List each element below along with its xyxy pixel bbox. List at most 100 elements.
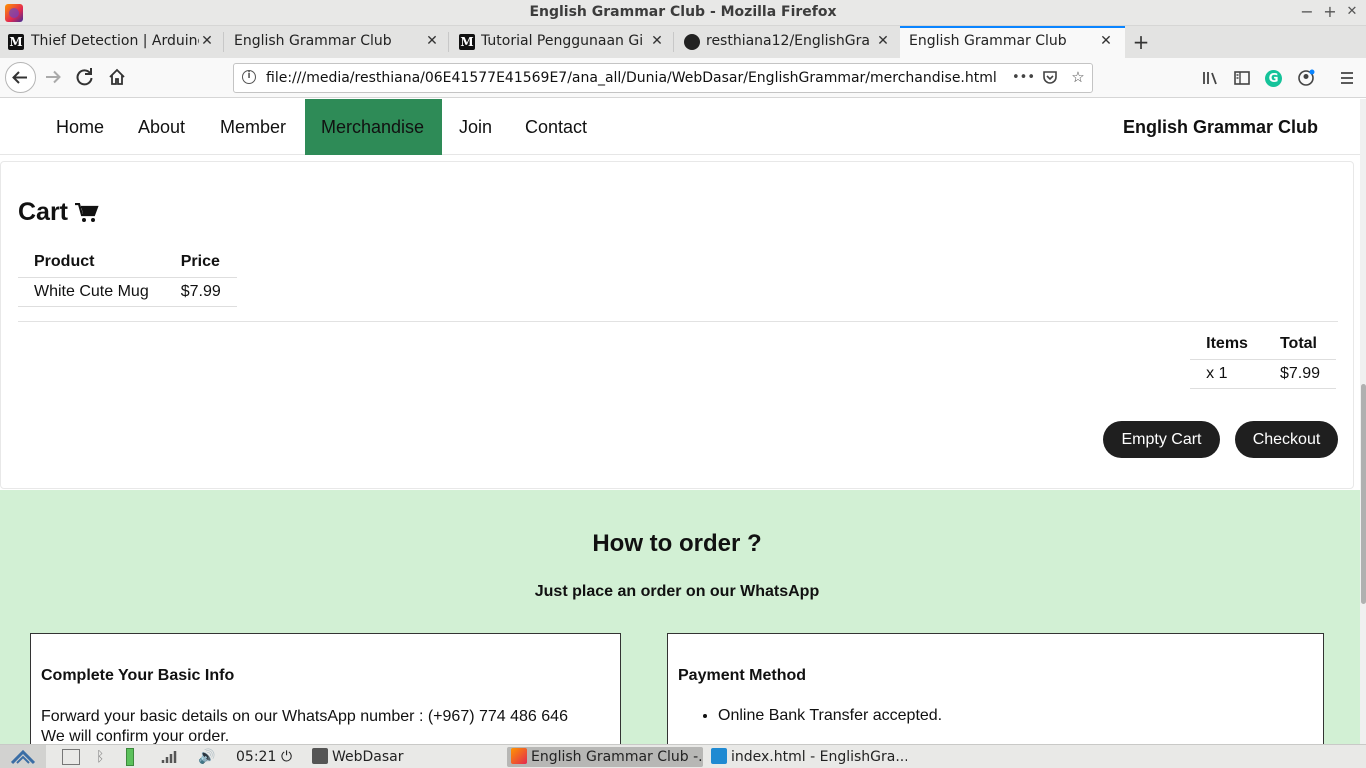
how-to-order-section: How to order ? Just place an order on ou… [0,490,1360,744]
checkout-button[interactable]: Checkout [1235,421,1338,458]
reload-icon [76,68,93,86]
total-header: Total [1263,329,1336,360]
product-header: Product [18,247,165,278]
divider [18,321,1338,322]
maximize-button[interactable]: + [1320,2,1340,21]
pocket-icon[interactable] [1040,68,1060,90]
payment-method-list: Online Bank Transfer accepted. [718,707,942,725]
order-title: How to order ? [592,530,762,557]
account-icon[interactable] [1296,68,1316,88]
nav-contact[interactable]: Contact [509,99,603,155]
taskbar-firefox-window[interactable]: English Grammar Club -... [507,747,703,767]
close-tab-icon[interactable]: ✕ [650,33,664,49]
items-header: Items [1190,329,1264,360]
network-signal-icon[interactable] [160,747,178,767]
tab-label: English Grammar Club [909,33,1067,49]
empty-cart-button[interactable]: Empty Cart [1103,421,1220,458]
bookmark-star-icon[interactable]: ☆ [1068,68,1088,86]
nav-join[interactable]: Join [443,99,508,155]
start-menu-button[interactable] [0,745,46,768]
clock-time[interactable]: 05:21 [236,747,276,767]
navigation-toolbar: i file:///media/resthiana/06E41577E41569… [0,58,1366,98]
nav-about[interactable]: About [122,99,201,155]
os-taskbar: ᛒ 🔊 05:21 ⏻ WebDasar English Grammar Clu… [0,744,1366,768]
basic-info-line1: Forward your basic details on our WhatsA… [41,708,568,725]
new-tab-button[interactable]: + [1131,30,1151,54]
reload-button[interactable] [70,62,100,92]
cart-card: Cart Product Price White Cute Mug $7.99 [0,161,1354,489]
screen: { "window": { "title": "English Grammar … [0,0,1366,768]
menu-icon[interactable] [1337,68,1357,88]
site-navbar: Home About Member Merchandise Join Conta… [0,99,1360,155]
url-bar[interactable]: i file:///media/resthiana/06E41577E41569… [233,63,1093,93]
shopping-cart-icon [75,203,99,222]
tab-label: Thief Detection | Arduino [31,33,199,49]
payment-method-box: Payment Method Online Bank Transfer acce… [667,633,1324,744]
basic-info-title: Complete Your Basic Info [41,667,235,684]
bluetooth-icon[interactable]: ᛒ [96,747,104,767]
power-icon[interactable]: ⏻ [281,747,292,767]
tab-github-repo[interactable]: resthiana12/EnglishGram ✕ [674,26,899,58]
tab-english-grammar-club-active[interactable]: English Grammar Club ✕ [900,26,1125,58]
start-menu-icon [10,749,36,765]
price-header: Price [164,247,237,278]
product-price: $7.99 [164,277,237,307]
sidebar-icon[interactable] [1232,68,1252,88]
github-icon [684,34,700,50]
scrollbar-thumb[interactable] [1361,384,1366,604]
library-icon[interactable] [1200,68,1220,88]
tab-tutorial-git[interactable]: M Tutorial Penggunaan Git ✕ [449,26,674,58]
close-tab-icon[interactable]: ✕ [425,33,439,49]
tab-label: English Grammar Club [234,33,392,49]
total-price: $7.99 [1263,359,1336,389]
site-brand[interactable]: English Grammar Club [1123,99,1318,155]
url-text[interactable]: file:///media/resthiana/06E41577E41569E7… [266,70,997,86]
window-title: English Grammar Club - Mozilla Firefox [529,4,837,20]
close-tab-icon[interactable]: ✕ [200,33,214,49]
nav-home[interactable]: Home [40,99,120,155]
product-name: White Cute Mug [18,277,165,307]
close-tab-icon[interactable]: ✕ [876,33,890,49]
show-desktop-icon[interactable] [62,749,80,765]
nav-member[interactable]: Member [204,99,302,155]
medium-icon: M [459,34,475,50]
page-actions-button[interactable]: ••• [1012,70,1035,85]
back-arrow-icon [12,71,27,84]
basic-info-box: Complete Your Basic Info Forward your ba… [30,633,621,744]
window-titlebar: English Grammar Club - Mozilla Firefox −… [0,0,1366,26]
nav-merchandise[interactable]: Merchandise [305,99,442,155]
order-subtitle: Just place an order on our WhatsApp [534,583,820,600]
folder-icon [312,748,328,764]
minimize-button[interactable]: − [1297,2,1317,21]
home-button[interactable] [102,62,132,92]
back-button[interactable] [5,62,36,93]
home-icon [109,68,125,85]
tab-label: Tutorial Penggunaan Git [481,33,643,49]
close-window-button[interactable]: ✕ [1342,4,1362,19]
payment-method-title: Payment Method [678,667,807,684]
task-label: WebDasar [332,749,404,765]
basic-info-text: Forward your basic details on our WhatsA… [41,707,568,744]
forward-button[interactable] [38,62,68,92]
taskbar-vscode-window[interactable]: index.html - EnglishGra... [707,747,907,767]
product-table: Product Price White Cute Mug $7.99 [18,247,237,307]
cart-title: Cart [18,198,69,226]
info-icon[interactable]: i [242,70,256,84]
table-row: White Cute Mug $7.99 [18,277,237,307]
table-row: x 1 $7.99 [1190,359,1336,389]
taskbar-folder-webdasar[interactable]: WebDasar [308,747,408,767]
tab-english-grammar-club[interactable]: English Grammar Club ✕ [224,26,449,58]
volume-icon[interactable]: 🔊 [198,747,215,767]
page-viewport: Home About Member Merchandise Join Conta… [0,99,1366,744]
close-tab-icon[interactable]: ✕ [1099,33,1113,49]
summary-table: Items Total x 1 $7.99 [1190,329,1336,389]
battery-icon[interactable] [126,748,134,766]
tab-strip: M Thief Detection | Arduino ✕ English Gr… [0,26,1366,58]
task-label: English Grammar Club -... [531,749,703,765]
page-scrollbar[interactable] [1360,99,1366,744]
tab-label: resthiana12/EnglishGram [706,33,871,49]
grammarly-icon[interactable]: G [1265,70,1282,87]
task-label: index.html - EnglishGra... [731,749,907,765]
medium-icon: M [8,34,24,50]
tab-thief-detection[interactable]: M Thief Detection | Arduino ✕ [0,26,224,58]
